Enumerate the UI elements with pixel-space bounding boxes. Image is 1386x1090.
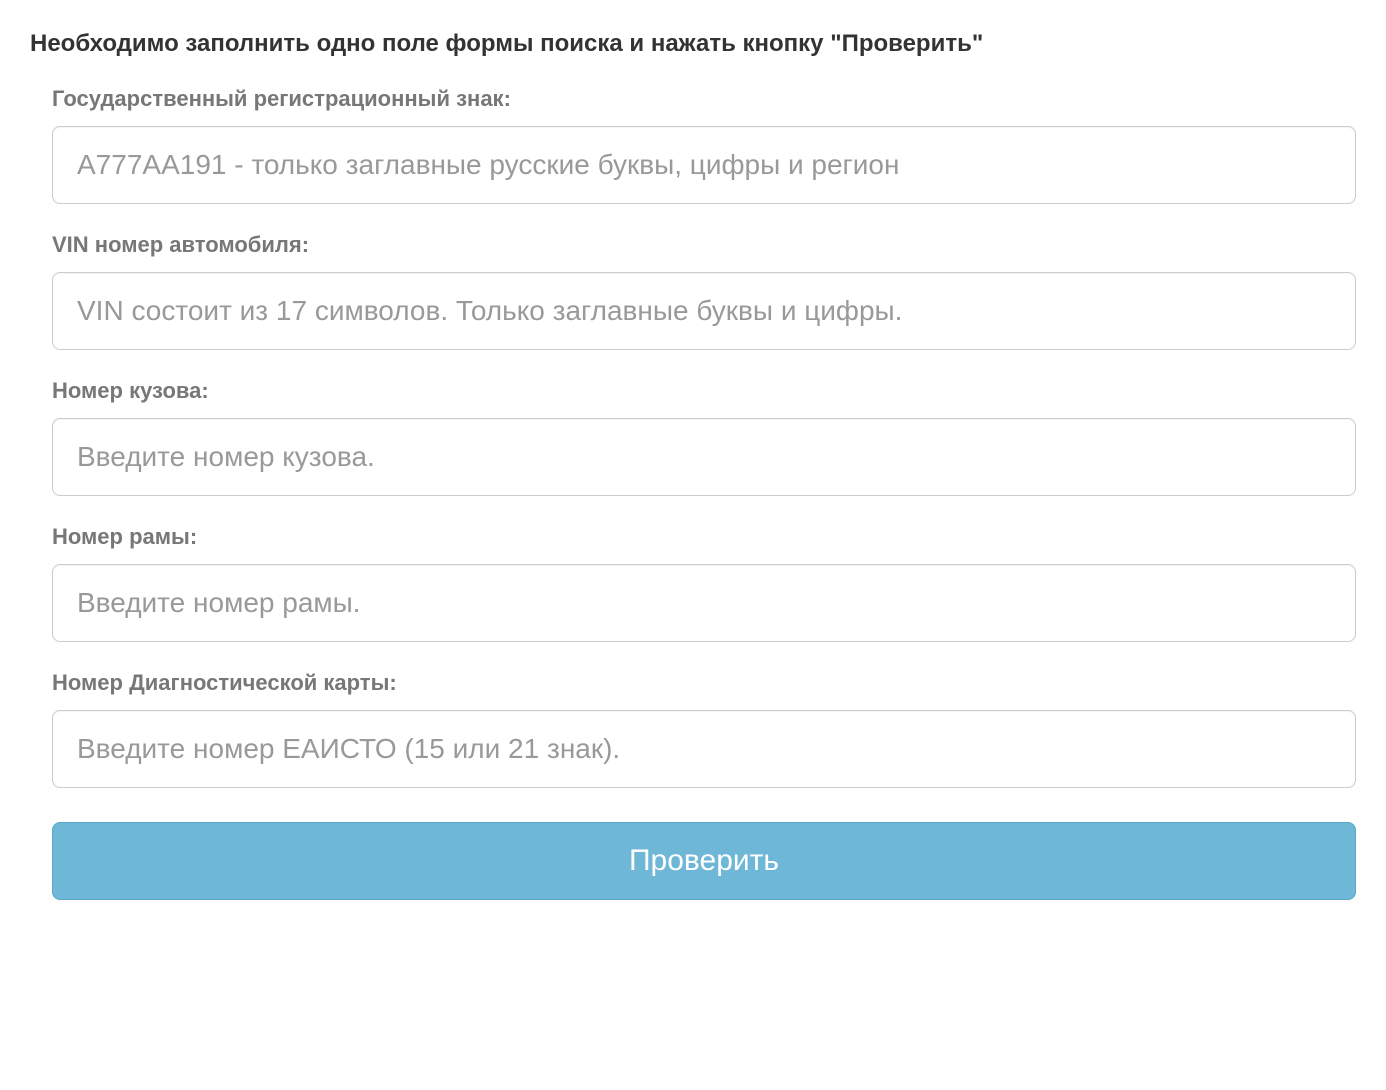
diag-card-input[interactable] xyxy=(52,710,1356,788)
frame-number-label: Номер рамы: xyxy=(52,524,1356,550)
vin-label: VIN номер автомобиля: xyxy=(52,232,1356,258)
form-title: Необходимо заполнить одно поле формы пои… xyxy=(30,30,1356,58)
body-number-label: Номер кузова: xyxy=(52,378,1356,404)
body-number-input[interactable] xyxy=(52,418,1356,496)
diag-card-label: Номер Диагностической карты: xyxy=(52,670,1356,696)
vin-group: VIN номер автомобиля: xyxy=(52,232,1356,350)
search-form: Необходимо заполнить одно поле формы пои… xyxy=(30,30,1356,900)
body-number-group: Номер кузова: xyxy=(52,378,1356,496)
reg-plate-label: Государственный регистрационный знак: xyxy=(52,86,1356,112)
submit-button[interactable]: Проверить xyxy=(52,822,1356,900)
reg-plate-input[interactable] xyxy=(52,126,1356,204)
frame-number-group: Номер рамы: xyxy=(52,524,1356,642)
diag-card-group: Номер Диагностической карты: xyxy=(52,670,1356,788)
reg-plate-group: Государственный регистрационный знак: xyxy=(52,86,1356,204)
vin-input[interactable] xyxy=(52,272,1356,350)
frame-number-input[interactable] xyxy=(52,564,1356,642)
form-body: Государственный регистрационный знак: VI… xyxy=(30,86,1356,900)
